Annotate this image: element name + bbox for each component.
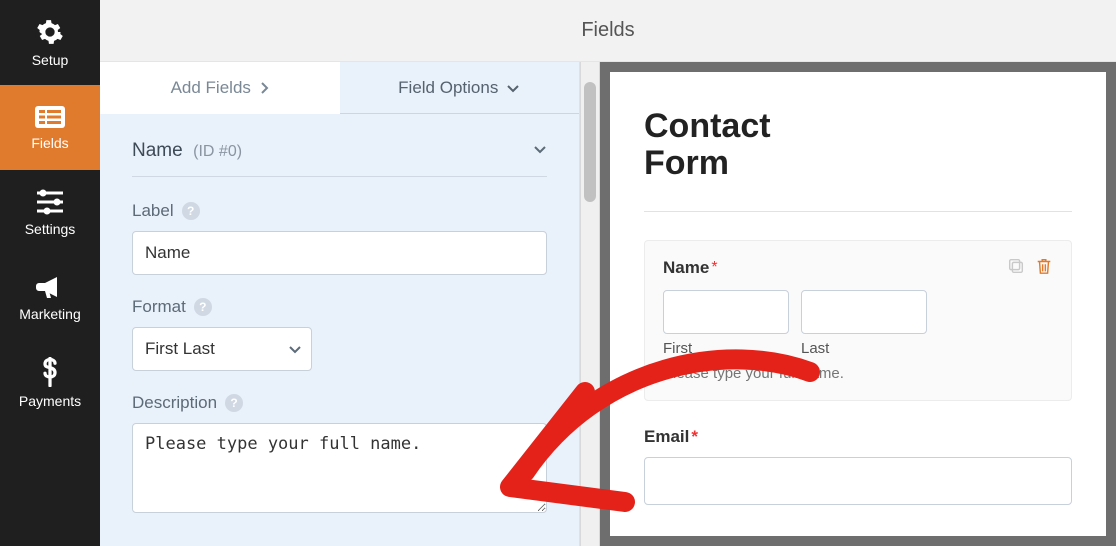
section-id: (ID #0) [193, 143, 242, 160]
duplicate-button[interactable] [1007, 257, 1025, 280]
description-caption: Description [132, 393, 217, 413]
sidebar-item-setup[interactable]: Setup [0, 0, 100, 85]
sidebar-item-label: Marketing [19, 306, 80, 322]
chevron-down-icon [533, 142, 547, 156]
sidebar-item-label: Payments [19, 393, 81, 409]
tab-field-options[interactable]: Field Options [340, 62, 580, 114]
format-select[interactable] [132, 327, 312, 371]
required-asterisk: * [711, 259, 717, 277]
preview-email-field[interactable]: Email* [644, 427, 1072, 505]
sidebar-item-label: Settings [25, 221, 76, 237]
section-header[interactable]: Name (ID #0) [132, 134, 547, 177]
label-caption: Label [132, 201, 174, 221]
description-input[interactable] [132, 423, 547, 513]
bullhorn-icon [35, 274, 65, 300]
tab-add-fields[interactable]: Add Fields [100, 62, 340, 114]
sidebar-item-fields[interactable]: Fields [0, 85, 100, 170]
scrollbar[interactable] [580, 62, 600, 546]
first-name-input[interactable] [663, 290, 789, 334]
gear-icon [36, 18, 64, 46]
help-icon[interactable]: ? [182, 202, 200, 220]
sidebar: Setup Fields Settings Marketing Payments [0, 0, 100, 546]
tab-label: Field Options [398, 78, 498, 98]
trash-icon [1035, 257, 1053, 275]
sublabel-first: First [663, 340, 789, 357]
options-panel: Add Fields Field Options Name (ID #0) [100, 62, 580, 546]
sidebar-item-label: Setup [32, 52, 69, 68]
help-icon[interactable]: ? [225, 394, 243, 412]
field-label: Name [663, 258, 709, 278]
label-input[interactable] [132, 231, 547, 275]
field-description: Please type your full name. [663, 365, 1053, 382]
delete-button[interactable] [1035, 257, 1053, 280]
last-name-input[interactable] [801, 290, 927, 334]
chevron-down-icon [506, 83, 520, 93]
sidebar-item-label: Fields [31, 135, 68, 151]
tab-label: Add Fields [171, 78, 251, 98]
divider [644, 211, 1072, 212]
field-label: Email [644, 427, 689, 446]
sliders-icon [35, 189, 65, 215]
sidebar-item-payments[interactable]: Payments [0, 340, 100, 425]
format-caption: Format [132, 297, 186, 317]
copy-icon [1007, 257, 1025, 275]
page-title: Fields [581, 19, 634, 42]
email-input[interactable] [644, 457, 1072, 505]
sublabel-last: Last [801, 340, 927, 357]
preview-pane: Contact Form Name * [600, 62, 1116, 546]
topbar: Fields [100, 0, 1116, 62]
chevron-right-icon [259, 81, 269, 95]
sidebar-item-settings[interactable]: Settings [0, 170, 100, 255]
section-title: Name [132, 140, 183, 161]
form-icon [34, 105, 66, 129]
sidebar-item-marketing[interactable]: Marketing [0, 255, 100, 340]
required-asterisk: * [691, 427, 698, 446]
form-title: Contact Form [644, 108, 1072, 183]
dollar-icon [40, 357, 60, 387]
form-preview-card: Contact Form Name * [610, 72, 1106, 536]
preview-name-field[interactable]: Name * [644, 240, 1072, 401]
help-icon[interactable]: ? [194, 298, 212, 316]
